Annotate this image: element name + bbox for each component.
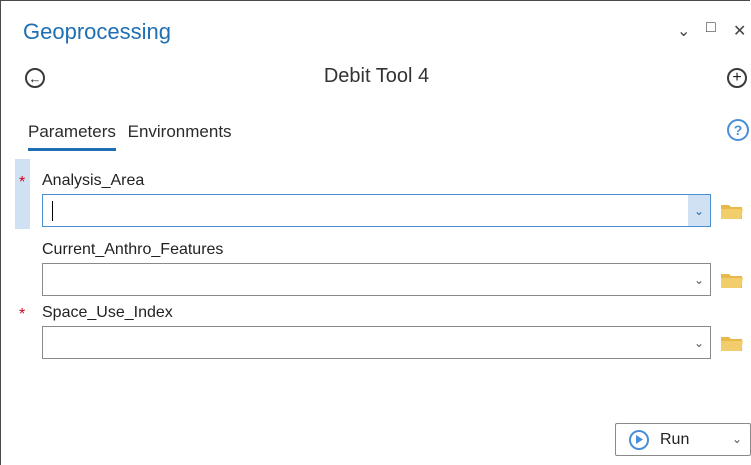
text-cursor (52, 201, 53, 221)
add-button[interactable]: + (727, 68, 747, 88)
parameter-label: Current_Anthro_Features (42, 241, 224, 258)
tab-bar: Parameters Environments (28, 122, 239, 151)
tab-parameters[interactable]: Parameters (28, 122, 116, 151)
play-icon (629, 429, 649, 450)
plus-icon: + (732, 69, 742, 86)
close-icon[interactable]: ✕ (733, 21, 746, 41)
geoprocessing-pane: Geoprocessing ⌄ □ ✕ ← Debit Tool 4 + Par… (0, 0, 751, 465)
run-label: Run (660, 430, 690, 448)
tab-environments[interactable]: Environments (128, 122, 232, 148)
required-marker: * (19, 306, 26, 323)
help-icon[interactable]: ? (727, 119, 749, 141)
chevron-down-icon[interactable]: ⌄ (688, 195, 710, 226)
current-anthro-features-input[interactable]: ⌄ (42, 263, 711, 296)
pane-options-icon[interactable]: ⌄ (677, 21, 690, 41)
analysis-area-input[interactable]: ⌄ (42, 194, 711, 227)
browse-folder-icon[interactable] (720, 202, 744, 220)
run-button[interactable]: Run ⌄ (615, 423, 751, 456)
chevron-down-icon[interactable]: ⌄ (732, 432, 742, 446)
parameter-label: Space_Use_Index (42, 304, 173, 321)
maximize-icon[interactable]: □ (706, 19, 716, 37)
tool-title: Debit Tool 4 (323, 65, 430, 87)
chevron-down-icon[interactable]: ⌄ (688, 327, 710, 358)
pane-title: Geoprocessing (23, 19, 171, 44)
required-marker: * (19, 174, 26, 191)
active-parameter-indicator (15, 159, 30, 229)
space-use-index-input[interactable]: ⌄ (42, 326, 711, 359)
browse-folder-icon[interactable] (720, 334, 744, 352)
browse-folder-icon[interactable] (720, 271, 744, 289)
chevron-down-icon[interactable]: ⌄ (688, 264, 710, 295)
parameter-label: Analysis_Area (42, 172, 145, 189)
